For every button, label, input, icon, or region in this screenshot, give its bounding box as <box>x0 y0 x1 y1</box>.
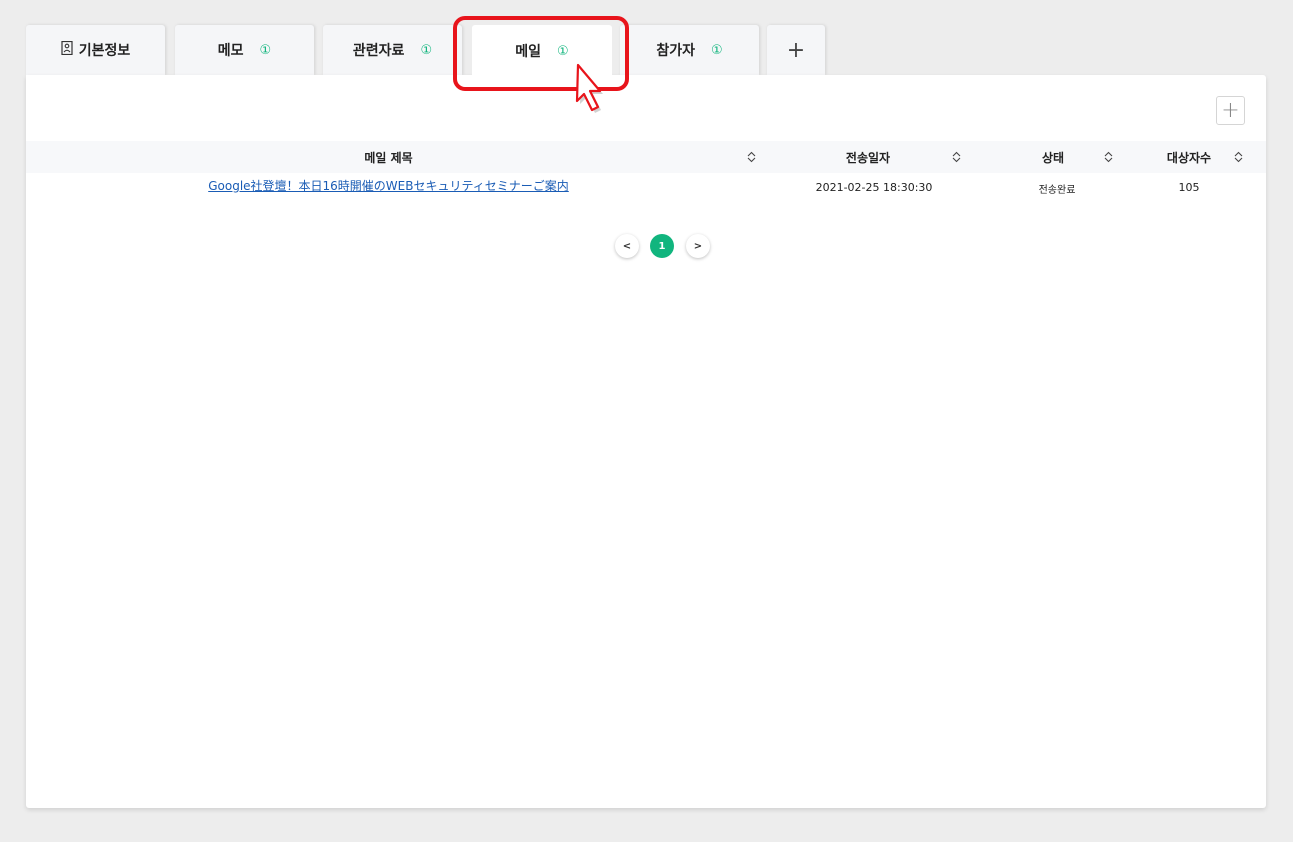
next-page-button[interactable]: > <box>686 234 710 258</box>
plus-icon: + <box>786 37 806 63</box>
mail-title-link[interactable]: Google社登壇！本日16時開催のWEBセキュリティセミナーご案内 <box>208 177 569 194</box>
table-row: Google社登壇！本日16時開催のWEBセキュリティセミナーご案内 2021-… <box>26 173 1266 201</box>
tab-memo-label: 메모 <box>217 43 244 59</box>
add-tab-button[interactable]: + <box>767 25 825 75</box>
sort-icon[interactable] <box>745 141 757 173</box>
add-mail-button[interactable]: + <box>1216 96 1245 125</box>
sent-at-cell: 2021-02-25 18:30:30 <box>815 180 933 194</box>
plus-icon: + <box>1221 97 1240 123</box>
tab-memo-count: ① <box>259 42 272 58</box>
sort-icon[interactable] <box>1232 141 1244 173</box>
sort-icon[interactable] <box>950 141 962 173</box>
column-header-sent-at-label: 전송일자 <box>845 150 891 165</box>
column-header-title-label: 메일 제목 <box>364 150 413 165</box>
status-cell: 전송완료 <box>1038 184 1076 196</box>
column-header-recipients[interactable]: 대상자수 <box>1129 141 1249 173</box>
column-header-sent-at[interactable]: 전송일자 <box>768 141 968 173</box>
page-1-button[interactable]: 1 <box>650 234 674 258</box>
tab-related-files-label: 관련자료 <box>352 43 405 59</box>
tab-participants-label: 참가자 <box>656 43 695 59</box>
mail-title-cell: Google社登壇！本日16時開催のWEBセキュリティセミナーご案内 <box>26 171 751 199</box>
prev-page-button[interactable]: < <box>615 234 639 258</box>
column-header-recipients-label: 대상자수 <box>1166 150 1212 165</box>
column-header-status-label: 상태 <box>1041 150 1065 165</box>
recipients-cell: 105 <box>1178 180 1200 194</box>
pointer-cursor-icon <box>570 62 614 118</box>
tab-basic-info-label: 기본정보 <box>78 43 131 59</box>
tab-participants-count: ① <box>710 42 723 58</box>
column-header-title[interactable]: 메일 제목 <box>26 141 751 173</box>
table-header: 메일 제목 전송일자 상태 대상자수 <box>26 141 1266 173</box>
tab-participants[interactable]: 참가자 ① <box>620 25 759 75</box>
tab-related-files-count: ① <box>420 42 433 58</box>
sort-icon[interactable] <box>1102 141 1114 173</box>
tab-basic-info[interactable]: 기본정보 <box>26 25 165 75</box>
tab-memo[interactable]: 메모 ① <box>175 25 314 75</box>
person-card-icon <box>61 40 73 59</box>
tab-related-files[interactable]: 관련자료 ① <box>323 25 462 75</box>
mail-panel: + 메일 제목 전송일자 상태 대상자수 Google社登壇！本日16時開催のW… <box>26 75 1266 808</box>
